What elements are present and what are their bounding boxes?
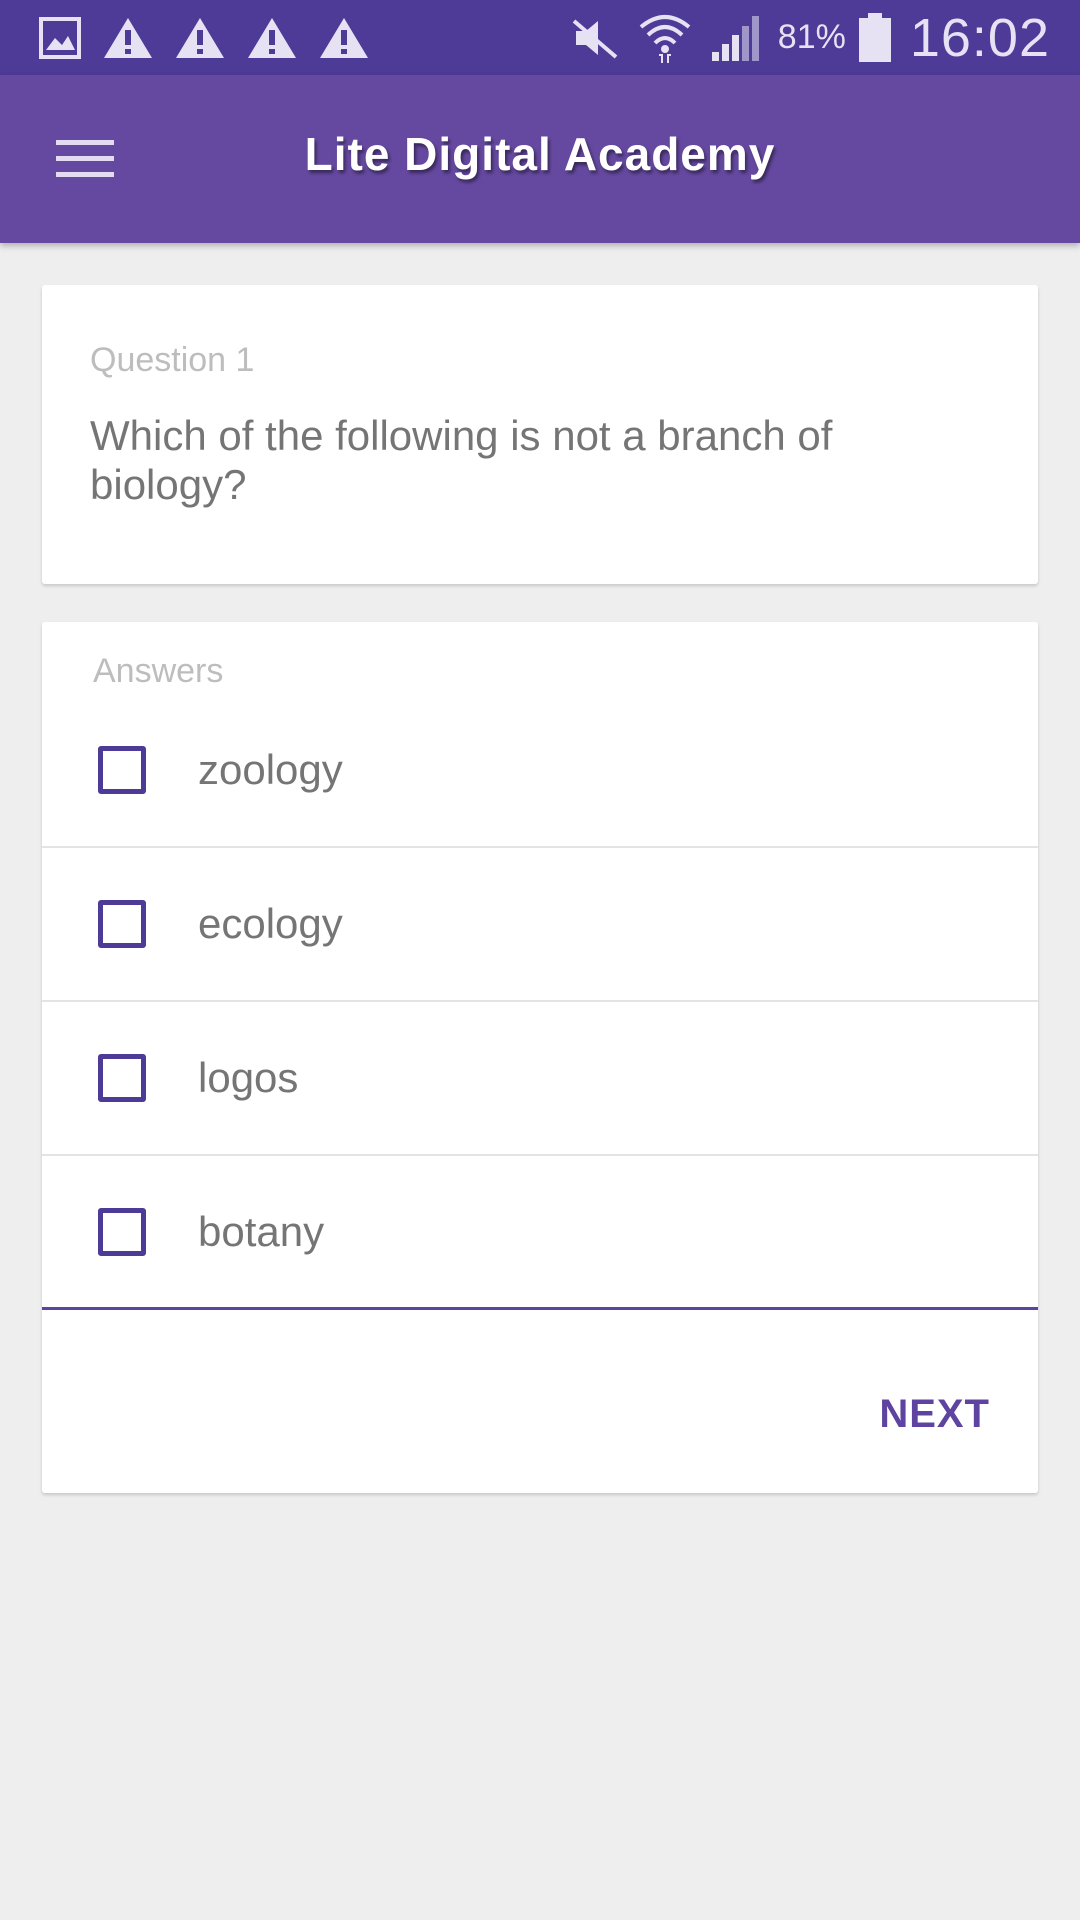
checkbox[interactable] bbox=[98, 900, 146, 948]
checkbox[interactable] bbox=[98, 746, 146, 794]
answer-label: logos bbox=[198, 1054, 299, 1101]
question-text: Which of the following is not a branch o… bbox=[90, 412, 833, 508]
battery-icon bbox=[858, 12, 892, 63]
answer-option-botany[interactable]: botany bbox=[42, 1156, 1038, 1310]
answer-label: zoology bbox=[198, 746, 343, 793]
status-bar: 81% 16:02 bbox=[0, 0, 1080, 75]
answer-label: botany bbox=[198, 1207, 325, 1255]
system-icons: 81% 16:02 bbox=[570, 0, 1050, 75]
answer-option-zoology[interactable]: zoology bbox=[42, 694, 1038, 848]
question-card: Question 1 Which of the following is not… bbox=[42, 285, 1038, 584]
answer-option-logos[interactable]: logos bbox=[42, 1002, 1038, 1156]
battery-percent: 81% bbox=[777, 18, 846, 56]
question-number: Question 1 bbox=[90, 341, 255, 379]
warning-icon bbox=[174, 15, 226, 61]
warning-icon bbox=[246, 15, 298, 61]
wifi-icon bbox=[638, 11, 692, 65]
app-bar: Lite Digital Academy bbox=[0, 75, 1080, 243]
checkbox[interactable] bbox=[98, 1054, 146, 1102]
warning-icon bbox=[102, 15, 154, 61]
notification-icons bbox=[38, 12, 370, 64]
answers-card: Answers zoology ecology logos botany NEX… bbox=[42, 622, 1038, 1493]
mute-icon bbox=[570, 15, 620, 61]
next-button[interactable]: NEXT bbox=[879, 1392, 990, 1437]
clock: 16:02 bbox=[909, 7, 1050, 68]
signal-icon bbox=[710, 14, 760, 62]
checkbox[interactable] bbox=[98, 1207, 146, 1256]
answer-label: ecology bbox=[198, 900, 343, 947]
app-title: Lite Digital Academy bbox=[304, 128, 776, 180]
answer-option-ecology[interactable]: ecology bbox=[42, 848, 1038, 1002]
gallery-icon bbox=[38, 16, 82, 60]
warning-icon bbox=[318, 15, 370, 61]
answers-label: Answers bbox=[93, 652, 224, 690]
